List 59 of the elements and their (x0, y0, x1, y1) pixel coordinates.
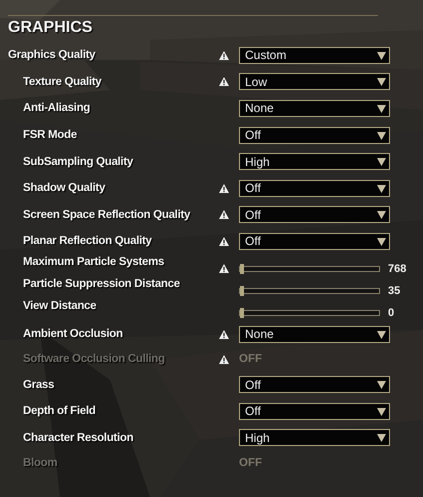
setting-label: Bloom (23, 457, 58, 470)
caret-icon (377, 406, 386, 416)
slider-thumb[interactable] (240, 286, 244, 296)
dropdown[interactable]: None (239, 326, 390, 343)
setting-label: Planar Reflection Quality (23, 235, 153, 248)
setting-label: Software Occlusion Culling (23, 353, 166, 366)
slider-value: 35 (388, 284, 400, 297)
dropdown[interactable]: Off (239, 206, 390, 224)
warning-icon (219, 354, 229, 364)
dropdown[interactable]: Low (239, 73, 390, 90)
dropdown[interactable]: High (239, 153, 390, 170)
setting-label: Graphics Quality (8, 49, 96, 62)
slider-track[interactable] (239, 310, 380, 316)
caret-icon (377, 157, 386, 166)
slider-thumb[interactable] (240, 308, 244, 318)
caret-icon (377, 77, 386, 86)
warning-icon (219, 330, 229, 339)
caret-icon (377, 330, 386, 339)
dropdown[interactable]: High (239, 429, 390, 446)
section-title: GRAPHICS (8, 19, 94, 38)
dropdown[interactable]: Custom (239, 46, 390, 64)
caret-icon (377, 236, 386, 246)
setting-label: Shadow Quality (23, 182, 106, 194)
caret-icon (377, 433, 386, 442)
warning-icon (219, 236, 229, 246)
dropdown[interactable]: Off (239, 232, 390, 250)
setting-label: Texture Quality (23, 76, 102, 88)
setting-label: Depth of Field (23, 405, 96, 418)
caret-icon (377, 380, 386, 390)
caret-icon (377, 184, 386, 193)
setting-label: Screen Space Reflection Quality (23, 208, 192, 221)
slider-value: 768 (388, 262, 406, 275)
setting-label: FSR Mode (23, 129, 78, 142)
setting-label: Grass (23, 378, 56, 391)
warning-icon (219, 264, 229, 274)
setting-label: View Distance (23, 300, 98, 312)
setting-label: Ambient Occlusion (23, 328, 124, 340)
dropdown[interactable]: Off (239, 180, 390, 197)
caret-icon (377, 50, 386, 60)
dropdown[interactable]: Off (239, 126, 390, 144)
warning-icon (219, 50, 229, 60)
slider-track[interactable] (239, 266, 380, 272)
dropdown[interactable]: None (239, 100, 390, 117)
caret-icon (377, 104, 386, 113)
warning-icon (219, 210, 229, 220)
setting-label: Particle Suppression Distance (23, 278, 181, 290)
dropdown[interactable]: Off (239, 402, 390, 420)
slider-thumb[interactable] (240, 264, 244, 274)
setting-label: Anti-Aliasing (23, 102, 92, 114)
setting-label: SubSampling Quality (23, 156, 134, 168)
slider-value: 0 (388, 306, 394, 319)
warning-icon (219, 184, 229, 193)
dropdown[interactable]: Off (239, 376, 390, 394)
warning-icon (219, 77, 229, 86)
caret-icon (377, 130, 386, 140)
setting-label: Character Resolution (23, 432, 134, 444)
setting-label: Maximum Particle Systems (23, 256, 166, 268)
caret-icon (377, 210, 386, 220)
slider-track[interactable] (239, 288, 380, 294)
